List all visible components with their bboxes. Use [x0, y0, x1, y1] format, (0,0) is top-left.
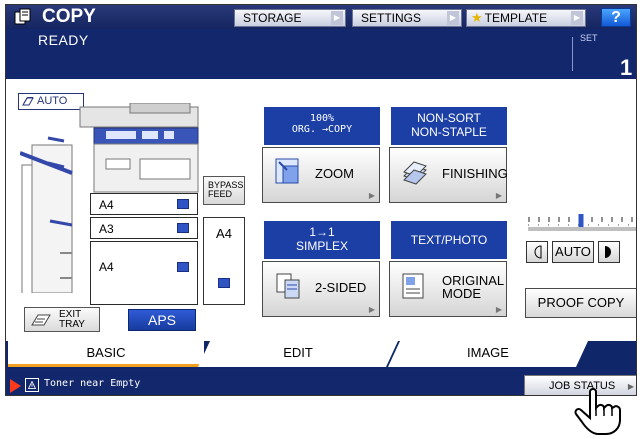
finishing-icon: [403, 161, 427, 185]
zoom-icon: [275, 158, 299, 184]
template-button[interactable]: ★ TEMPLATE ▶: [466, 9, 586, 27]
lighter-icon: [534, 245, 542, 259]
bypass-size: A4: [216, 226, 232, 241]
finishing-label: FINISHING: [442, 166, 508, 181]
density-auto-button[interactable]: AUTO: [552, 241, 594, 263]
copy-count: 1: [620, 55, 633, 80]
proof-copy-button[interactable]: PROOF COPY: [525, 288, 636, 318]
status-area: READY SET 1: [6, 29, 636, 80]
aps-button[interactable]: APS: [128, 309, 196, 331]
bypass-label-line2: FEED: [208, 189, 233, 199]
original-mode-status: TEXT/PHOTO: [391, 221, 507, 259]
title-bar: COPY STORAGE ▶ SETTINGS ▶ ★ TEMPLATE ▶ ?: [6, 5, 636, 29]
bypass-feed-button[interactable]: BYPASS FEED: [203, 176, 245, 205]
pointer-hand-icon: [574, 388, 621, 435]
zoom-label: ZOOM: [315, 166, 354, 181]
original-mode-button[interactable]: ORIGINAL MODE ▶: [389, 261, 507, 317]
original-mode-icon: [402, 273, 424, 299]
alert-arrow-icon: [10, 379, 21, 393]
settings-label: SETTINGS: [361, 11, 422, 25]
set-label: SET: [580, 33, 598, 43]
original-mode-label: ORIGINAL MODE: [442, 274, 504, 300]
finishing-staple: NON-STAPLE: [411, 125, 487, 139]
chevron-right-icon: ▶: [368, 191, 375, 200]
zoom-ratio: 100%: [309, 113, 335, 124]
tray-size: A4: [99, 198, 114, 212]
tray-3[interactable]: A4: [90, 241, 198, 305]
density-scale[interactable]: [526, 213, 637, 233]
density-marker[interactable]: [578, 214, 584, 229]
tab-image[interactable]: IMAGE: [388, 341, 588, 367]
density-lighter-button[interactable]: [526, 241, 548, 263]
2-sided-label: 2-SIDED: [315, 280, 367, 295]
duplex-mode: SIMPLEX: [295, 239, 349, 253]
bypass-tray[interactable]: A4: [203, 217, 245, 305]
tray-2[interactable]: A3: [90, 217, 198, 239]
duplex-ratio: 1→1: [309, 225, 335, 239]
copy-screen: COPY STORAGE ▶ SETTINGS ▶ ★ TEMPLATE ▶ ?…: [5, 4, 637, 396]
app-title: COPY: [42, 6, 96, 27]
storage-button[interactable]: STORAGE ▶: [234, 9, 346, 27]
tab-edit[interactable]: EDIT: [198, 341, 398, 367]
divider: [572, 37, 573, 71]
exit-tray-icon: [31, 314, 51, 326]
paper-icon: [177, 262, 189, 272]
zoom-direction: ORG. →COPY: [291, 124, 353, 135]
finishing-button[interactable]: FINISHING ▶: [389, 147, 508, 203]
message-bar: Toner near Empty JOB STATUS ▶: [6, 369, 636, 395]
zoom-status: 100% ORG. →COPY: [264, 107, 380, 145]
exit-label-line2: TRAY: [59, 319, 85, 330]
paper-icon: [177, 199, 189, 209]
chevron-right-icon: ▶: [495, 305, 502, 314]
toner-icon: [25, 378, 39, 392]
finishing-sort: NON-SORT: [417, 111, 481, 125]
duplex-status: 1→1 SIMPLEX: [264, 221, 380, 259]
darker-icon: [605, 246, 611, 258]
original-mode-label-line2: MODE: [442, 286, 481, 301]
2-sided-button[interactable]: 2-SIDED ▶: [262, 261, 380, 317]
chevron-right-icon: ▶: [495, 191, 502, 200]
tab-basic[interactable]: BASIC: [8, 341, 204, 367]
finishing-status: NON-SORT NON-STAPLE: [391, 107, 507, 145]
star-icon: ★: [471, 10, 483, 25]
paper-icon: [218, 278, 230, 288]
original-mode-value: TEXT/PHOTO: [410, 233, 488, 247]
tab-bar: BASIC EDIT IMAGE: [6, 341, 636, 369]
chevron-right-icon: ▶: [447, 11, 459, 25]
storage-label: STORAGE: [243, 11, 302, 25]
2-sided-icon: [276, 273, 300, 299]
paper-icon: [177, 223, 189, 233]
density-darker-button[interactable]: [598, 241, 620, 263]
settings-button[interactable]: SETTINGS ▶: [352, 9, 462, 27]
help-button[interactable]: ?: [601, 8, 631, 27]
chevron-right-icon: ▶: [331, 11, 343, 25]
message-text: Toner near Empty: [44, 378, 141, 389]
tray-size: A4: [99, 260, 114, 274]
chevron-right-icon: ▶: [571, 11, 583, 25]
template-label: TEMPLATE: [484, 11, 548, 25]
copy-app-icon: [14, 8, 31, 25]
exit-tray-button[interactable]: EXIT TRAY: [24, 307, 100, 332]
status-message: READY: [38, 32, 89, 48]
tray-1[interactable]: A4: [90, 193, 198, 215]
tray-size: A3: [99, 222, 114, 236]
chevron-right-icon: ▶: [368, 305, 375, 314]
zoom-button[interactable]: ZOOM ▶: [262, 147, 380, 203]
